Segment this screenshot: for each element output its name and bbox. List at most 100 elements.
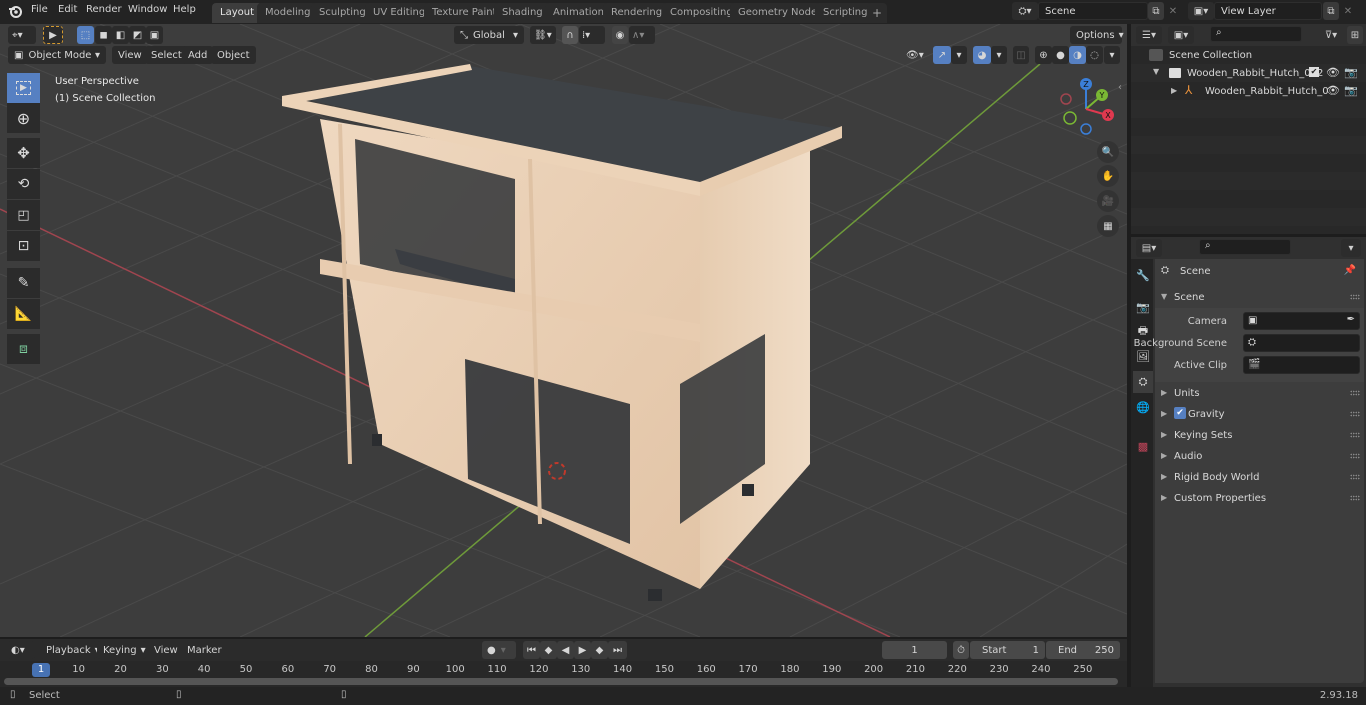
menu-window[interactable]: Window (128, 4, 167, 15)
drag-handle-icon[interactable] (1350, 294, 1360, 300)
keying-menu[interactable]: Keying ▾ (97, 641, 146, 659)
panel-keying-sets[interactable]: ▶ Keying Sets (1155, 425, 1364, 446)
scene-selector-button[interactable]: ⛭▾ (1012, 2, 1038, 20)
disclosure-collapsed-icon[interactable]: ▶ (1171, 86, 1177, 95)
select-invert-mode-icon[interactable]: ◩ (129, 26, 146, 44)
proportional-falloff-button[interactable]: ∧▾ (629, 26, 655, 44)
pin-icon[interactable]: 📌 (1344, 265, 1356, 276)
frame-ruler[interactable]: 10 20 30 40 50 60 70 80 90 100 110 120 130 140 150 160 1… (0, 661, 1127, 687)
camera-field[interactable]: ▣ ✒ (1243, 312, 1360, 330)
tab-world[interactable]: 🌐 (1133, 396, 1153, 418)
panel-audio[interactable]: ▶ Audio (1155, 446, 1364, 467)
transform-orientation-dropdown[interactable]: ⤡ Global ▾ (454, 26, 524, 44)
panel-gravity[interactable]: ▶ ✔ Gravity (1155, 404, 1364, 425)
tab-compositing[interactable]: Compositing (662, 3, 741, 23)
tab-texture[interactable]: ▩ (1133, 435, 1153, 457)
play-icon[interactable]: ▶ (574, 641, 591, 659)
outliner-editor-type-button[interactable]: ☰▾ (1136, 26, 1162, 44)
active-clip-field[interactable]: 🎬 (1243, 356, 1360, 374)
drag-handle-icon[interactable] (1350, 474, 1360, 480)
timeline-view-menu[interactable]: View (148, 641, 184, 659)
drag-handle-icon[interactable] (1350, 495, 1360, 501)
gravity-checkbox[interactable]: ✔ (1174, 407, 1186, 419)
drag-handle-icon[interactable] (1350, 453, 1360, 459)
display-mode-button[interactable]: ▣▾ (1168, 26, 1194, 44)
tool-select-box[interactable]: ▶ (7, 73, 40, 103)
menu-file[interactable]: File (31, 4, 48, 15)
panel-rigid-body-world[interactable]: ▶ Rigid Body World (1155, 467, 1364, 488)
gizmo-dropdown[interactable]: ▾ (951, 46, 967, 64)
blender-logo-icon[interactable] (8, 4, 22, 18)
filter-button[interactable]: ⊽▾ (1318, 26, 1344, 44)
stopwatch-icon[interactable]: ⏱ (953, 641, 969, 659)
tab-texture-paint[interactable]: Texture Paint (424, 3, 505, 23)
render-camera-icon[interactable]: 📷 (1344, 84, 1358, 97)
overlays-dropdown[interactable]: ▾ (991, 46, 1007, 64)
tool-annotate[interactable]: ✎ (7, 268, 40, 298)
drag-handle-icon[interactable] (1350, 411, 1360, 417)
pivot-point-button[interactable]: ⛓▾ (530, 26, 556, 44)
scene-name-field[interactable]: Scene (1038, 2, 1148, 20)
copy-scene-icon[interactable]: ⧉ (1148, 2, 1164, 20)
tool-transform[interactable]: ⊡ (7, 231, 40, 261)
tab-modeling[interactable]: Modeling (257, 3, 319, 23)
delete-scene-icon[interactable]: ✕ (1165, 2, 1181, 20)
eyedropper-icon[interactable]: ✒ (1347, 314, 1355, 325)
panel-scene-header[interactable]: ▼ Scene (1155, 287, 1364, 308)
eye-icon[interactable]: 👁 (1326, 66, 1340, 79)
tab-tool[interactable]: 🔧 (1133, 264, 1153, 286)
outliner-row-collection[interactable]: ▼ Wooden_Rabbit_Hutch_002 ✔ 👁 📷 (1131, 64, 1366, 82)
properties-options-dropdown[interactable]: ▾ (1341, 239, 1361, 257)
copy-view-layer-icon[interactable]: ⧉ (1323, 2, 1339, 20)
auto-keying-button[interactable]: ● ▾ (482, 641, 516, 659)
navigation-gizmo[interactable]: Z Y X (1055, 74, 1120, 139)
material-preview-shading-icon[interactable]: ◑ (1069, 46, 1086, 64)
tab-uv-editing[interactable]: UV Editing (365, 3, 434, 23)
tool-add-cube[interactable]: ⧈ (7, 334, 40, 364)
3d-viewport[interactable]: ⌖▾ ▶ ⬚ ◼ ◧ ◩ ▣ ▣ Object Mode ▾ View Sele… (0, 24, 1127, 637)
xray-toggle-icon[interactable]: ◫ (1013, 46, 1029, 64)
new-collection-icon[interactable]: ⊞ (1347, 26, 1363, 44)
jump-end-icon[interactable]: ⏭ (608, 641, 627, 659)
gizmo-neg-y[interactable] (1063, 111, 1077, 125)
menu-render[interactable]: Render (86, 4, 122, 15)
jump-start-icon[interactable]: ⏮ (523, 641, 540, 659)
panel-units[interactable]: ▶ Units (1155, 383, 1364, 404)
next-keyframe-icon[interactable]: ◆ (591, 641, 608, 659)
sidebar-toggle-icon[interactable]: ‹ (1118, 82, 1122, 93)
exclude-checkbox[interactable]: ✔ (1309, 67, 1319, 77)
overlays-toggle-icon[interactable]: ◕ (973, 46, 991, 64)
snap-target-button[interactable]: ⁞▾ (579, 26, 605, 44)
tab-shading[interactable]: Shading (494, 3, 551, 23)
tool-rotate[interactable]: ⟲ (7, 169, 40, 199)
timeline-scrollbar[interactable] (4, 678, 1118, 685)
playhead[interactable]: 1 (32, 663, 50, 677)
delete-view-layer-icon[interactable]: ✕ (1340, 2, 1356, 20)
tab-animation[interactable]: Animation (545, 3, 612, 23)
tool-measure[interactable]: 📐 (7, 299, 40, 329)
tool-scale[interactable]: ◰ (7, 200, 40, 230)
start-frame-field[interactable]: Start 1 (970, 641, 1045, 659)
zoom-view-button[interactable]: 🔍 (1097, 141, 1119, 163)
menu-help[interactable]: Help (173, 4, 196, 15)
menu-view[interactable]: View (112, 46, 148, 64)
camera-view-button[interactable]: 🎥 (1097, 190, 1119, 212)
properties-search-input[interactable]: ⌕ (1199, 239, 1291, 255)
drag-handle-icon[interactable] (1350, 390, 1360, 396)
timeline-editor-type-button[interactable]: ◐▾ (7, 641, 35, 659)
rendered-shading-icon[interactable]: ◌ (1086, 46, 1103, 64)
tab-rendering[interactable]: Rendering (603, 3, 671, 23)
outliner-search-input[interactable]: ⌕ (1210, 26, 1302, 42)
disclosure-expanded-icon[interactable]: ▼ (1153, 67, 1159, 76)
options-dropdown[interactable]: Options ▾ (1070, 26, 1124, 44)
tool-cursor[interactable]: ⊕ (7, 103, 40, 133)
outliner-row-object[interactable]: ▶ ⅄ Wooden_Rabbit_Hutch_0 👁 📷 (1131, 82, 1366, 100)
end-frame-field[interactable]: End 250 (1046, 641, 1120, 659)
outliner-row-scene-collection[interactable]: Scene Collection (1131, 46, 1366, 64)
editor-type-button[interactable]: ⌖▾ (8, 26, 36, 44)
tab-layout[interactable]: Layout (212, 3, 262, 23)
view-layer-name-field[interactable]: View Layer (1214, 2, 1322, 20)
gizmo-toggle-icon[interactable]: ↗ (933, 46, 951, 64)
ortho-toggle-button[interactable]: ▦ (1097, 215, 1119, 237)
select-subtract-mode-icon[interactable]: ◧ (112, 26, 129, 44)
